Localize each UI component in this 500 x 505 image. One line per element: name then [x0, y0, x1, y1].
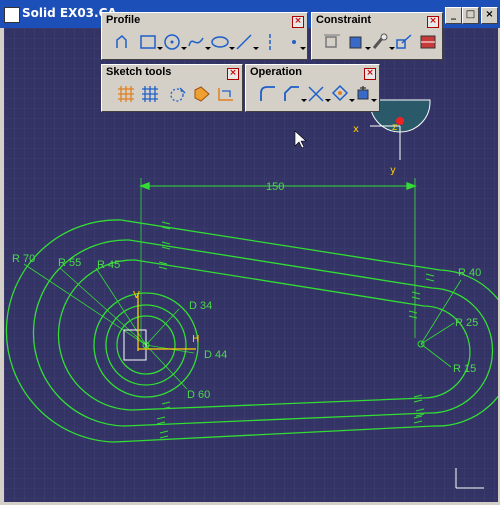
operation-toolbar-header[interactable]: Operation × — [247, 66, 378, 80]
constraint-toolbar-close-icon[interactable]: × — [427, 16, 439, 28]
sketch-tools-toolbar-title: Sketch tools — [106, 66, 172, 78]
mirror-icon[interactable] — [330, 84, 350, 104]
dim-r25[interactable]: R 25 — [455, 317, 478, 329]
dim-r55[interactable]: R 55 — [58, 257, 81, 269]
dim-d44[interactable]: D 44 — [204, 349, 227, 361]
close-button[interactable]: × — [481, 7, 498, 24]
animate-constraint-icon[interactable] — [394, 32, 414, 52]
dimensional-constraints-icon[interactable] — [216, 84, 236, 104]
dim-r45[interactable]: R 45 — [97, 259, 120, 271]
corner-icon[interactable] — [258, 84, 278, 104]
operation-toolbar-title: Operation — [250, 66, 302, 78]
compass-y-label: y — [390, 165, 396, 176]
dim-d34[interactable]: D 34 — [189, 300, 212, 312]
chamfer-icon[interactable] — [282, 84, 302, 104]
dim-r70[interactable]: R 70 — [12, 253, 35, 265]
constraint-toolbar-title: Constraint — [316, 14, 371, 26]
maximize-button[interactable]: □ — [462, 7, 479, 24]
profile-toolbar: Profile × — [101, 12, 308, 60]
operation-toolbar: Operation × — [245, 64, 380, 112]
profile-toolbar-title: Profile — [106, 14, 141, 26]
h-axis-label: H — [192, 334, 200, 345]
sketcher-window: Solid EX03.CA _ □ × V H 150 R 70 R 55 R … — [0, 0, 500, 505]
dim-r40[interactable]: R 40 — [458, 267, 481, 279]
axis-icon[interactable] — [260, 32, 280, 52]
profile-polyline-icon[interactable] — [114, 32, 134, 52]
rectangle-icon[interactable] — [138, 32, 158, 52]
sketch-tools-toolbar-header[interactable]: Sketch tools × — [103, 66, 241, 80]
circle-icon[interactable] — [162, 32, 182, 52]
fix-constraint-icon[interactable] — [370, 32, 390, 52]
app-icon — [4, 7, 20, 23]
sketch-tools-toolbar: Sketch tools × — [101, 64, 243, 112]
dim-r15[interactable]: R 15 — [453, 363, 476, 375]
contact-constraint-icon[interactable] — [346, 32, 366, 52]
sketch-tools-toolbar-close-icon[interactable]: × — [227, 68, 239, 80]
auto-constraint-icon[interactable] — [418, 32, 438, 52]
constraint-toolbar-body — [314, 29, 440, 57]
constraint-icon[interactable] — [322, 32, 342, 52]
line-icon[interactable] — [234, 32, 254, 52]
profile-toolbar-body — [104, 29, 306, 57]
dim-150[interactable]: 150 — [266, 181, 284, 193]
constraint-toolbar: Constraint × — [311, 12, 443, 60]
ellipse-icon[interactable] — [210, 32, 230, 52]
constraint-toolbar-header[interactable]: Constraint × — [313, 14, 441, 28]
sketch-tools-toolbar-body — [104, 81, 240, 109]
operation-toolbar-close-icon[interactable]: × — [364, 68, 376, 80]
grid-icon[interactable] — [116, 84, 136, 104]
compass-x-label: x — [353, 124, 359, 135]
v-axis-label: V — [133, 290, 140, 301]
construction-elements-icon[interactable] — [168, 84, 188, 104]
operation-toolbar-body — [248, 81, 377, 109]
profile-toolbar-header[interactable]: Profile × — [103, 14, 306, 28]
compass-z-label: z — [392, 122, 397, 133]
dim-d60[interactable]: D 60 — [187, 389, 210, 401]
profile-toolbar-close-icon[interactable]: × — [292, 16, 304, 28]
trim-icon[interactable] — [306, 84, 326, 104]
spline-icon[interactable] — [186, 32, 206, 52]
geometrical-constraints-icon[interactable] — [192, 84, 212, 104]
snap-to-point-icon[interactable] — [140, 84, 160, 104]
minimize-button[interactable]: _ — [445, 7, 462, 24]
